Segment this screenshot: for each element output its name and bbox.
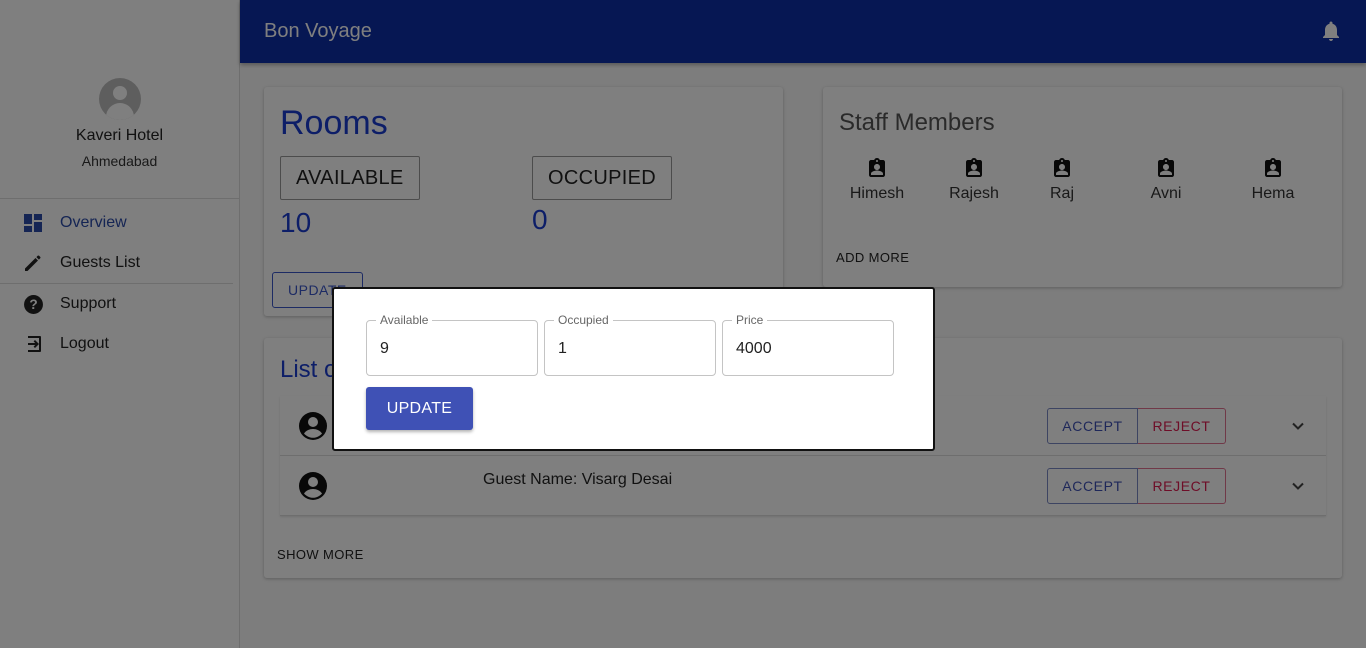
available-field[interactable]: Available 9 [366,313,538,376]
price-field[interactable]: Price 4000 [722,313,894,376]
occupied-field-label: Occupied [554,313,613,327]
available-field-label: Available [376,313,433,327]
available-field-value: 9 [380,340,389,357]
modal-update-button[interactable]: UPDATE [366,387,473,430]
price-field-value: 4000 [736,340,772,357]
update-rooms-dialog: Available 9 Occupied 1 Price 4000 UPDATE [332,287,935,451]
occupied-field-value: 1 [558,340,567,357]
occupied-field[interactable]: Occupied 1 [544,313,716,376]
price-field-label: Price [732,313,768,327]
